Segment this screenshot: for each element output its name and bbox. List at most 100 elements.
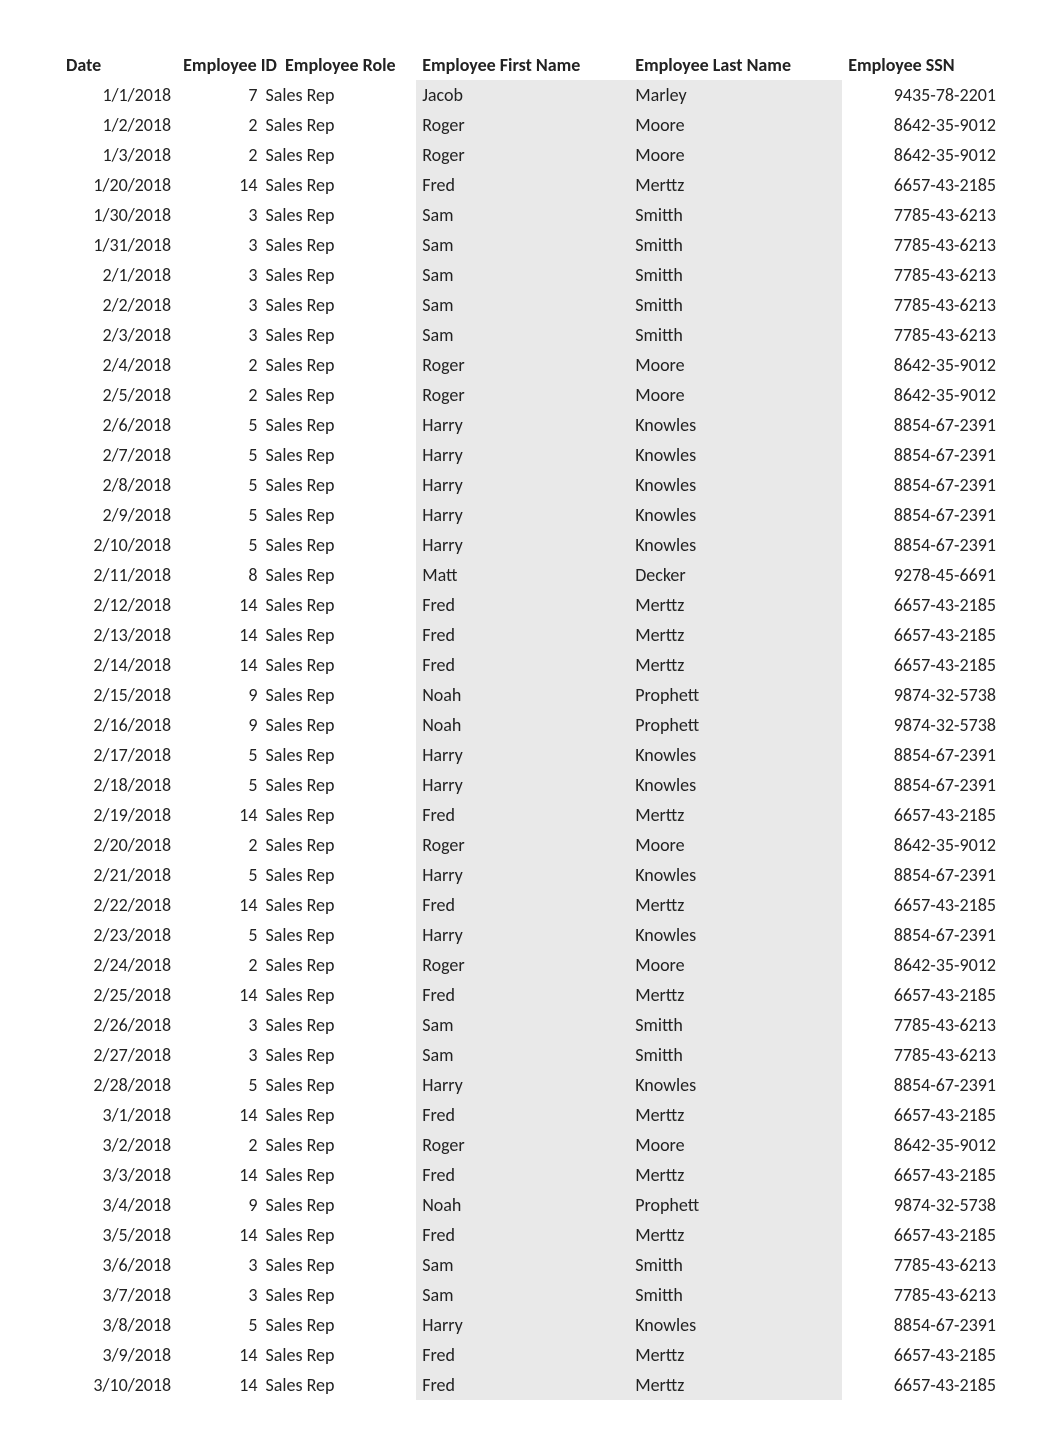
cell-date: 3/9/2018 [60, 1340, 177, 1370]
cell-employee-id: 14 [177, 1220, 261, 1250]
cell-first-name: Roger [416, 1130, 629, 1160]
cell-date: 3/1/2018 [60, 1100, 177, 1130]
table-row: 2/18/20185Sales RepHarryKnowles8854-67-2… [60, 770, 1002, 800]
cell-date: 2/21/2018 [60, 860, 177, 890]
cell-last-name: Smitth [629, 230, 842, 260]
table-body: 1/1/20187Sales RepJacobMarley9435-78-220… [60, 80, 1002, 1400]
cell-ssn: 8854-67-2391 [842, 470, 1002, 500]
cell-first-name: Fred [416, 890, 629, 920]
cell-date: 1/3/2018 [60, 140, 177, 170]
cell-date: 2/16/2018 [60, 710, 177, 740]
header-id-role: Employee ID Employee Role [177, 50, 416, 80]
table-row: 2/1/20183Sales RepSamSmitth7785-43-6213 [60, 260, 1002, 290]
cell-last-name: Marley [629, 80, 842, 110]
cell-last-name: Merttz [629, 170, 842, 200]
cell-date: 3/7/2018 [60, 1280, 177, 1310]
table-row: 2/10/20185Sales RepHarryKnowles8854-67-2… [60, 530, 1002, 560]
cell-first-name: Harry [416, 920, 629, 950]
cell-first-name: Fred [416, 620, 629, 650]
cell-last-name: Smitth [629, 200, 842, 230]
cell-first-name: Fred [416, 590, 629, 620]
cell-ssn: 7785-43-6213 [842, 1250, 1002, 1280]
cell-employee-role: Sales Rep [262, 170, 417, 200]
cell-ssn: 8854-67-2391 [842, 770, 1002, 800]
cell-employee-role: Sales Rep [262, 830, 417, 860]
table-row: 2/9/20185Sales RepHarryKnowles8854-67-23… [60, 500, 1002, 530]
cell-date: 2/12/2018 [60, 590, 177, 620]
cell-last-name: Merttz [629, 800, 842, 830]
table-row: 3/1/201814Sales RepFredMerttz6657-43-218… [60, 1100, 1002, 1130]
cell-date: 1/2/2018 [60, 110, 177, 140]
cell-first-name: Sam [416, 1250, 629, 1280]
cell-last-name: Smitth [629, 1010, 842, 1040]
cell-date: 2/28/2018 [60, 1070, 177, 1100]
cell-employee-role: Sales Rep [262, 950, 417, 980]
cell-ssn: 8854-67-2391 [842, 920, 1002, 950]
table-header-row: Date Employee ID Employee Role Employee … [60, 50, 1002, 80]
cell-employee-id: 2 [177, 380, 261, 410]
header-last-name: Employee Last Name [629, 50, 842, 80]
cell-employee-role: Sales Rep [262, 980, 417, 1010]
cell-last-name: Knowles [629, 740, 842, 770]
cell-date: 2/20/2018 [60, 830, 177, 860]
cell-last-name: Decker [629, 560, 842, 590]
cell-first-name: Fred [416, 980, 629, 1010]
cell-ssn: 8642-35-9012 [842, 110, 1002, 140]
table-row: 2/14/201814Sales RepFredMerttz6657-43-21… [60, 650, 1002, 680]
cell-first-name: Harry [416, 740, 629, 770]
cell-last-name: Merttz [629, 1100, 842, 1130]
cell-first-name: Noah [416, 710, 629, 740]
table-row: 2/3/20183Sales RepSamSmitth7785-43-6213 [60, 320, 1002, 350]
cell-employee-id: 14 [177, 800, 261, 830]
cell-last-name: Merttz [629, 980, 842, 1010]
table-row: 2/12/201814Sales RepFredMerttz6657-43-21… [60, 590, 1002, 620]
cell-ssn: 8854-67-2391 [842, 410, 1002, 440]
cell-first-name: Sam [416, 200, 629, 230]
cell-date: 2/27/2018 [60, 1040, 177, 1070]
cell-last-name: Smitth [629, 1280, 842, 1310]
cell-employee-id: 3 [177, 1040, 261, 1070]
cell-date: 2/8/2018 [60, 470, 177, 500]
cell-employee-role: Sales Rep [262, 1280, 417, 1310]
cell-employee-id: 5 [177, 740, 261, 770]
cell-ssn: 8854-67-2391 [842, 860, 1002, 890]
cell-employee-id: 5 [177, 470, 261, 500]
cell-last-name: Knowles [629, 1070, 842, 1100]
cell-ssn: 9874-32-5738 [842, 680, 1002, 710]
cell-first-name: Harry [416, 440, 629, 470]
table-row: 2/15/20189Sales RepNoahProphett9874-32-5… [60, 680, 1002, 710]
cell-date: 2/19/2018 [60, 800, 177, 830]
cell-ssn: 8854-67-2391 [842, 1310, 1002, 1340]
cell-date: 1/20/2018 [60, 170, 177, 200]
cell-first-name: Sam [416, 260, 629, 290]
cell-ssn: 7785-43-6213 [842, 320, 1002, 350]
cell-ssn: 9874-32-5738 [842, 1190, 1002, 1220]
cell-first-name: Sam [416, 1010, 629, 1040]
cell-last-name: Knowles [629, 410, 842, 440]
cell-first-name: Roger [416, 140, 629, 170]
cell-last-name: Moore [629, 380, 842, 410]
cell-last-name: Moore [629, 140, 842, 170]
cell-employee-role: Sales Rep [262, 470, 417, 500]
cell-date: 3/6/2018 [60, 1250, 177, 1280]
table-row: 3/8/20185Sales RepHarryKnowles8854-67-23… [60, 1310, 1002, 1340]
cell-first-name: Sam [416, 1280, 629, 1310]
cell-ssn: 8854-67-2391 [842, 1070, 1002, 1100]
cell-first-name: Harry [416, 770, 629, 800]
cell-employee-id: 2 [177, 1130, 261, 1160]
cell-last-name: Knowles [629, 920, 842, 950]
cell-employee-id: 5 [177, 440, 261, 470]
cell-date: 2/4/2018 [60, 350, 177, 380]
cell-ssn: 6657-43-2185 [842, 170, 1002, 200]
cell-employee-role: Sales Rep [262, 1340, 417, 1370]
table-row: 1/1/20187Sales RepJacobMarley9435-78-220… [60, 80, 1002, 110]
cell-employee-role: Sales Rep [262, 590, 417, 620]
cell-first-name: Harry [416, 860, 629, 890]
table-row: 2/20/20182Sales RepRogerMoore8642-35-901… [60, 830, 1002, 860]
cell-employee-role: Sales Rep [262, 710, 417, 740]
cell-employee-role: Sales Rep [262, 1040, 417, 1070]
table-row: 3/5/201814Sales RepFredMerttz6657-43-218… [60, 1220, 1002, 1250]
cell-last-name: Merttz [629, 1160, 842, 1190]
table-row: 2/2/20183Sales RepSamSmitth7785-43-6213 [60, 290, 1002, 320]
cell-employee-role: Sales Rep [262, 1130, 417, 1160]
